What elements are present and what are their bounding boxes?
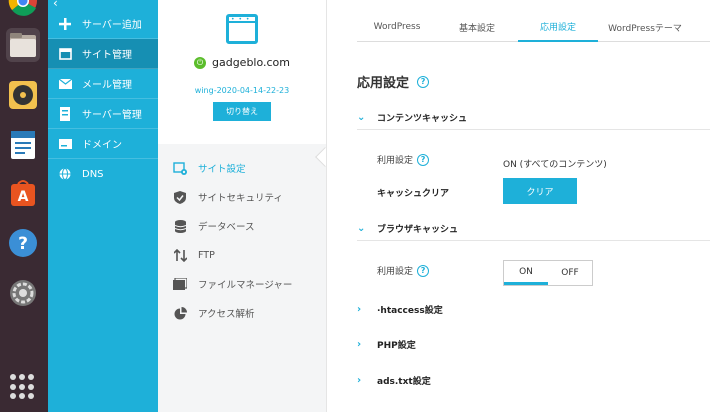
help-question-icon[interactable]: ? [417, 75, 430, 88]
section-php[interactable]: › PHP設定 [357, 332, 710, 356]
help-question-icon[interactable]: ? [417, 153, 430, 166]
sidebar-item-add-server[interactable]: サーバー追加 [48, 9, 158, 39]
server-icon [52, 106, 78, 121]
section-title: htaccess設定 [380, 305, 443, 316]
domain-card-icon [52, 138, 78, 149]
site-panel: • • • ⏻ gadgeblo.com wing-2020-04-14-22-… [158, 0, 335, 412]
folder-icon [172, 278, 188, 290]
chevron-down-icon: ⌄ [357, 223, 366, 234]
menu-item-file-manager[interactable]: ファイルマネージャー [172, 275, 292, 293]
tab-basic-settings[interactable]: 基本設定 [437, 12, 517, 42]
svg-text:?: ? [18, 234, 28, 254]
help-icon[interactable]: ? [6, 226, 40, 260]
sidebar-item-label: メール管理 [82, 80, 132, 91]
svg-text:A: A [18, 189, 29, 205]
menu-item-database[interactable]: データベース [172, 217, 255, 235]
page-title-text: 応用設定 [357, 76, 410, 91]
browser-window-icon [52, 47, 78, 60]
chevron-down-icon: ⌄ [357, 112, 366, 123]
plus-icon [52, 17, 78, 30]
menu-item-site-settings[interactable]: サイト設定 [172, 159, 246, 177]
settings-tabs: WordPress 基本設定 応用設定 WordPressテーマ [357, 12, 710, 42]
show-apps-icon[interactable] [10, 374, 36, 400]
rhythmbox-icon[interactable] [6, 78, 40, 112]
sidebar-item-label: DNS [82, 168, 104, 180]
cache-clear-label: キャッシュクリア [377, 189, 450, 199]
globe-icon [52, 168, 78, 180]
switch-button[interactable]: 切り替え [213, 102, 271, 121]
toggle-on-option[interactable]: ON [504, 261, 548, 285]
browser-cache-usage-label: 利用設定 ? [377, 264, 430, 277]
site-domain: ⏻ gadgeblo.com [158, 56, 326, 69]
sidebar-item-label: サーバー追加 [82, 20, 142, 31]
sidebar-item-dns[interactable]: DNS [48, 159, 158, 189]
section-title: PHP設定 [377, 340, 416, 351]
mail-icon [52, 78, 78, 89]
menu-item-label: アクセス解析 [198, 309, 255, 320]
sidebar-item-label: ドメイン [82, 140, 122, 151]
help-question-icon[interactable]: ? [417, 264, 430, 277]
menu-item-label: サイトセキュリティ [198, 193, 283, 204]
site-settings-icon [172, 161, 188, 175]
database-icon [172, 219, 188, 233]
server-name: wing-2020-04-14-22-23 [194, 86, 290, 95]
chevron-right-icon: › [357, 338, 362, 350]
sidebar-item-mail-management[interactable]: メール管理 [48, 69, 158, 99]
content-cache-usage-label: 利用設定 ? [377, 153, 430, 166]
main-content: WordPress 基本設定 応用設定 WordPressテーマ 応用設定 ? … [326, 0, 710, 412]
chrome-icon[interactable] [6, 0, 40, 18]
sidebar-item-label: サイト管理 [82, 50, 132, 61]
menu-item-label: FTP [198, 249, 215, 261]
files-icon[interactable] [6, 28, 40, 62]
sidebar-item-domain[interactable]: ドメイン [48, 129, 158, 159]
section-title: ads.txt設定 [377, 376, 431, 387]
site-browser-icon: • • • [226, 14, 258, 44]
section-browser-cache[interactable]: ⌄ ブラウザキャッシュ [357, 217, 710, 241]
ubuntu-dock: A ? [0, 0, 48, 412]
tab-wordpress-theme[interactable]: WordPressテーマ [598, 12, 692, 42]
section-title: ブラウザキャッシュ [377, 225, 459, 235]
pie-chart-icon [172, 306, 188, 320]
section-title: コンテンツキャッシュ [377, 114, 468, 124]
menu-item-label: サイト設定 [198, 164, 246, 175]
chevron-right-icon: › [357, 303, 362, 315]
menu-item-label: ファイルマネージャー [198, 280, 293, 291]
tab-advanced-settings[interactable]: 応用設定 [518, 12, 598, 42]
clear-cache-button[interactable]: クリア [503, 178, 577, 204]
tab-wordpress[interactable]: WordPress [357, 12, 437, 42]
power-icon: ⏻ [193, 56, 206, 69]
site-menu: サイト設定 サイトセキュリティ データベース FTP ファイルマネージャー アク… [158, 144, 326, 412]
page-title: 応用設定 ? [357, 72, 430, 91]
ftp-arrows-icon [172, 248, 188, 262]
section-content-cache[interactable]: ⌄ コンテンツキャッシュ [357, 106, 710, 130]
sidebar-item-server-management[interactable]: サーバー管理 [48, 99, 158, 129]
content-cache-usage-value: ON (すべてのコンテンツ) [503, 160, 607, 170]
browser-cache-toggle: ON OFF [503, 260, 593, 286]
usage-label-text: 利用設定 [377, 267, 414, 277]
usage-label-text: 利用設定 [377, 156, 414, 166]
menu-item-access-analytics[interactable]: アクセス解析 [172, 304, 255, 322]
menu-item-label: データベース [198, 222, 255, 233]
chevron-right-icon: › [357, 374, 362, 386]
writer-icon[interactable] [6, 128, 40, 162]
site-domain-text: gadgeblo.com [211, 56, 291, 69]
section-ads-txt[interactable]: › ads.txt設定 [357, 368, 710, 392]
toggle-off-option[interactable]: OFF [548, 261, 592, 285]
main-sidebar: ‹ サーバー追加 サイト管理 メール管理 サーバー管理 ドメイン DNS [48, 0, 158, 412]
sidebar-item-label: サーバー管理 [82, 110, 142, 121]
section-htaccess[interactable]: › . htaccess設定 [357, 297, 710, 321]
software-center-icon[interactable]: A [6, 176, 40, 210]
sidebar-item-site-management[interactable]: サイト管理 [48, 39, 158, 69]
settings-icon[interactable] [6, 276, 40, 310]
menu-item-site-security[interactable]: サイトセキュリティ [172, 188, 283, 206]
shield-icon [172, 190, 188, 204]
menu-item-ftp[interactable]: FTP [172, 246, 215, 264]
